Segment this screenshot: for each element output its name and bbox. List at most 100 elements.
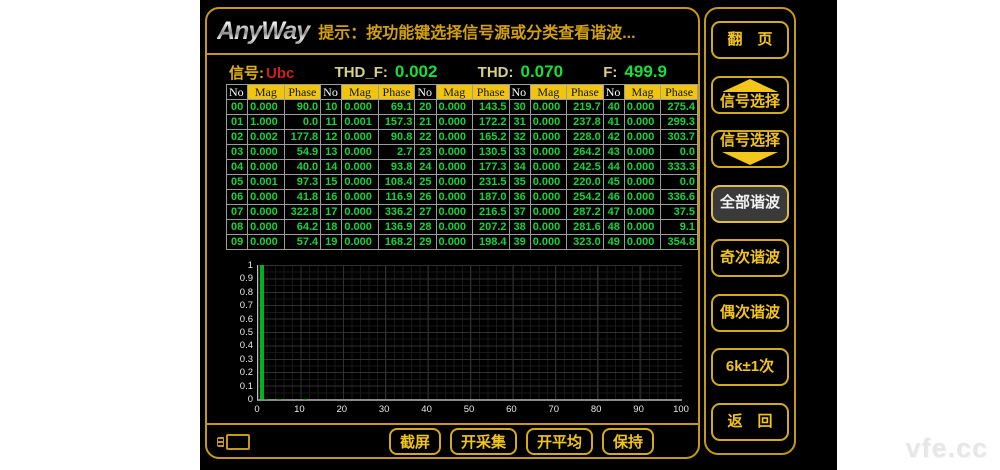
cell-mag: 0.000	[436, 175, 472, 190]
cell-mag: 0.000	[530, 235, 566, 250]
cell-no: 20	[415, 100, 436, 115]
cell-phase: 281.6	[567, 220, 604, 235]
cell-phase: 108.4	[378, 175, 415, 190]
cell-mag: 0.002	[248, 130, 284, 145]
x-axis-tick-label: 40	[412, 404, 442, 415]
sidebar-button-page-turn[interactable]: 翻 页	[711, 21, 789, 59]
cell-mag: 0.000	[342, 145, 378, 160]
chart-plot-area	[257, 265, 682, 401]
thd-value: 0.070	[520, 62, 563, 82]
y-axis-tick-label: 0.3	[227, 354, 253, 365]
cell-phase: 322.8	[284, 205, 321, 220]
col-header-no: No	[415, 85, 436, 100]
measurement-info-row: 信号: Ubc THD_F: 0.002 THD: 0.070 F: 499.9	[229, 61, 667, 83]
sidebar-button-even-harmonics[interactable]: 偶次谐波	[711, 294, 789, 332]
cell-no: 14	[321, 160, 342, 175]
cell-mag: 0.000	[342, 175, 378, 190]
sidebar-button-signal-select-up[interactable]: 信号选择	[711, 76, 789, 114]
col-header-mag: Mag	[530, 85, 566, 100]
cell-mag: 0.000	[342, 130, 378, 145]
cell-mag: 0.000	[436, 205, 472, 220]
cell-no: 31	[509, 115, 530, 130]
col-header-no: No	[227, 85, 248, 100]
cell-mag: 0.001	[248, 175, 284, 190]
cell-no: 49	[603, 235, 624, 250]
x-axis-tick-label: 0	[242, 404, 272, 415]
cell-mag: 0.000	[624, 220, 660, 235]
cell-no: 23	[415, 145, 436, 160]
cell-mag: 0.000	[436, 100, 472, 115]
cell-mag: 0.000	[624, 175, 660, 190]
cell-no: 18	[321, 220, 342, 235]
cell-phase: 172.2	[472, 115, 509, 130]
cell-no: 22	[415, 130, 436, 145]
cell-phase: 165.2	[472, 130, 509, 145]
cell-phase: 97.3	[284, 175, 321, 190]
sidebar-button-return[interactable]: 返 回	[711, 403, 789, 441]
start-averaging-button[interactable]: 开平均	[526, 428, 593, 455]
y-axis-tick-label: 0.7	[227, 300, 253, 311]
cell-no: 11	[321, 115, 342, 130]
y-axis-tick-label: 0.6	[227, 314, 253, 325]
col-header-mag: Mag	[436, 85, 472, 100]
x-axis-tick-label: 10	[284, 404, 314, 415]
sidebar-button-all-harmonics[interactable]: 全部谐波	[711, 185, 789, 223]
cell-no: 36	[509, 190, 530, 205]
col-header-phase: Phase	[284, 85, 321, 100]
cell-phase: 336.2	[378, 205, 415, 220]
cell-mag: 0.000	[248, 100, 284, 115]
col-header-phase: Phase	[472, 85, 509, 100]
cell-phase: 219.7	[567, 100, 604, 115]
frequency-value: 499.9	[624, 62, 667, 82]
cell-mag: 0.000	[624, 190, 660, 205]
cell-no: 25	[415, 175, 436, 190]
hold-button[interactable]: 保持	[602, 428, 654, 455]
table-header-row: NoMagPhaseNoMagPhaseNoMagPhaseNoMagPhase…	[227, 85, 698, 100]
col-header-mag: Mag	[248, 85, 284, 100]
sidebar-button-label: 奇次谐波	[720, 250, 780, 267]
table-row: 011.0000.0110.001157.3210.000172.2310.00…	[227, 115, 698, 130]
cell-no: 03	[227, 145, 248, 160]
cell-mag: 0.000	[342, 100, 378, 115]
screenshot-button[interactable]: 截屏	[389, 428, 441, 455]
cell-mag: 0.000	[624, 100, 660, 115]
cell-mag: 0.000	[530, 100, 566, 115]
cell-phase: 0.0	[284, 115, 321, 130]
arrow-down-icon	[722, 152, 778, 165]
table-row: 040.00040.0140.00093.8240.000177.3340.00…	[227, 160, 698, 175]
y-axis-tick-label: 0.8	[227, 287, 253, 298]
x-axis-tick-label: 90	[624, 404, 654, 415]
battery-icon	[217, 434, 251, 450]
cell-phase: 143.5	[472, 100, 509, 115]
cell-phase: 116.9	[378, 190, 415, 205]
sidebar-button-label: 全部谐波	[720, 195, 780, 212]
sidebar-button-odd-harmonics[interactable]: 奇次谐波	[711, 239, 789, 277]
sidebar-button-6k-plus-minus-1[interactable]: 6k±1次	[711, 348, 789, 386]
col-header-phase: Phase	[567, 85, 604, 100]
cell-phase: 254.2	[567, 190, 604, 205]
cell-no: 39	[509, 235, 530, 250]
cell-no: 24	[415, 160, 436, 175]
cell-no: 07	[227, 205, 248, 220]
thd-label: THD:	[478, 64, 514, 81]
cell-phase: 237.8	[567, 115, 604, 130]
cell-phase: 9.1	[661, 220, 698, 235]
cell-no: 06	[227, 190, 248, 205]
prompt-text: 提示：按功能键选择信号源或分类查看谐波...	[318, 19, 635, 43]
frequency-label: F:	[603, 64, 617, 81]
frequency-readout: F: 499.9	[603, 62, 667, 82]
table-row: 050.00197.3150.000108.4250.000231.5350.0…	[227, 175, 698, 190]
cell-no: 45	[603, 175, 624, 190]
x-axis-tick-label: 100	[666, 404, 696, 415]
sidebar-button-label: 6k±1次	[726, 359, 774, 376]
sidebar-button-signal-select-down[interactable]: 信号选择	[711, 130, 789, 168]
y-axis-tick-label: 0.2	[227, 367, 253, 378]
start-acquisition-button[interactable]: 开采集	[450, 428, 517, 455]
cell-mag: 0.000	[248, 190, 284, 205]
arrow-up-icon	[722, 79, 778, 92]
cell-no: 26	[415, 190, 436, 205]
cell-phase: 303.7	[661, 130, 698, 145]
table-row: 090.00057.4190.000168.2290.000198.4390.0…	[227, 235, 698, 250]
cell-no: 37	[509, 205, 530, 220]
cell-no: 29	[415, 235, 436, 250]
